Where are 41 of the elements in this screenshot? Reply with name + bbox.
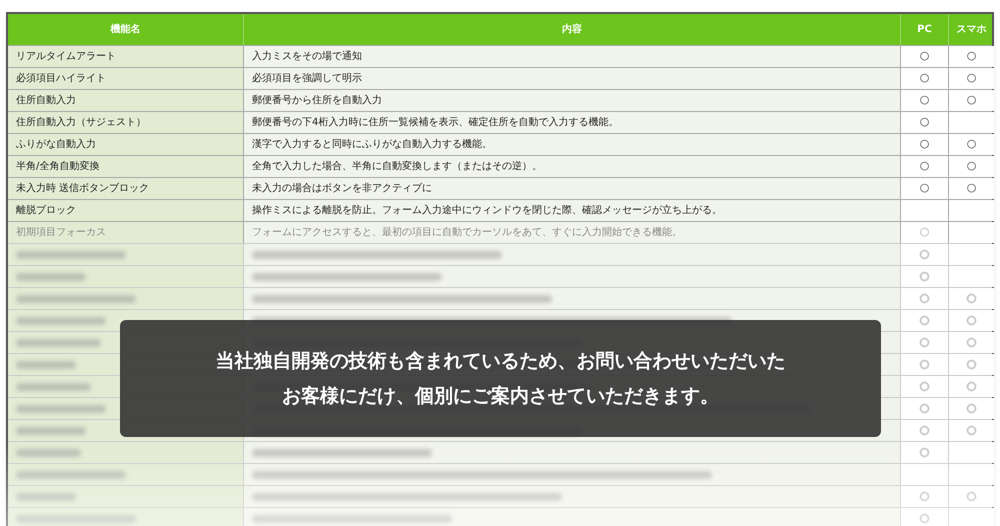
circle-mark: ○ <box>966 48 976 64</box>
feature-description: 全角で入力した場合、半角に自動変換します（またはその逆）。 <box>252 160 542 174</box>
feature-name: 必須項目ハイライト <box>16 72 106 86</box>
column-header: 機能名 <box>110 22 140 37</box>
feature-description: フォームにアクセスすると、最初の項目に自動でカーソルをあて、すぐに入力開始できる機能。 <box>252 226 682 240</box>
blurred-text <box>16 360 76 368</box>
feature-description: 郵便番号の下4桁入力時に住所一覧候補を表示、確定住所を自動で入力する機能。 <box>252 116 618 130</box>
column-header: PC <box>917 23 932 37</box>
circle-mark: ○ <box>966 136 976 152</box>
column-header: 内容 <box>562 22 582 37</box>
circle-mark: ○ <box>920 48 930 64</box>
feature-description: 必須項目を強調して明示 <box>252 72 362 86</box>
circle-mark: ○ <box>920 70 930 86</box>
notice-text: 当社独自開発の技術も含まれているため、お問い合わせいただいた <box>216 349 786 374</box>
circle-mark: ○ <box>920 224 930 240</box>
feature-name: 初期項目フォーカス <box>16 226 106 240</box>
feature-description: 郵便番号から住所を自動入力 <box>252 94 382 108</box>
feature-name: リアルタイムアラート <box>16 50 116 64</box>
circle-mark: ○ <box>966 158 976 174</box>
feature-name: 住所自動入力（サジェスト） <box>16 116 146 130</box>
circle-mark: ○ <box>920 180 930 196</box>
feature-name: 半角/全角自動変換 <box>16 160 100 174</box>
blurred-text <box>16 272 86 280</box>
column-header: スマホ <box>956 23 986 37</box>
circle-mark: ○ <box>966 92 976 108</box>
feature-name: ふりがな自動入力 <box>16 138 96 152</box>
circle-mark: ○ <box>920 136 930 152</box>
feature-description: 未入力の場合はボタンを非アクティブに <box>252 182 432 196</box>
circle-mark: ○ <box>920 114 930 130</box>
feature-name: 離脱ブロック <box>16 204 76 218</box>
circle-mark: ○ <box>920 158 930 174</box>
circle-mark: ○ <box>966 180 976 196</box>
feature-name: 住所自動入力 <box>16 94 76 108</box>
feature-description: 操作ミスによる離脱を防止。フォーム入力途中にウィンドウを閉じた際、確認メッセージが立ち上がる。 <box>252 204 722 218</box>
notice-text: お客様にだけ、個別にご案内させていただきます。 <box>282 384 719 408</box>
feature-name: 未入力時 送信ボタンブロック <box>16 182 150 196</box>
feature-description: 漢字で入力すると同時にふりがな自動入力する機能。 <box>252 138 492 152</box>
circle-mark: ○ <box>920 92 930 108</box>
feature-description: 入力ミスをその場で通知 <box>252 50 362 64</box>
circle-mark: ○ <box>966 70 976 86</box>
blurred-text <box>16 426 86 434</box>
